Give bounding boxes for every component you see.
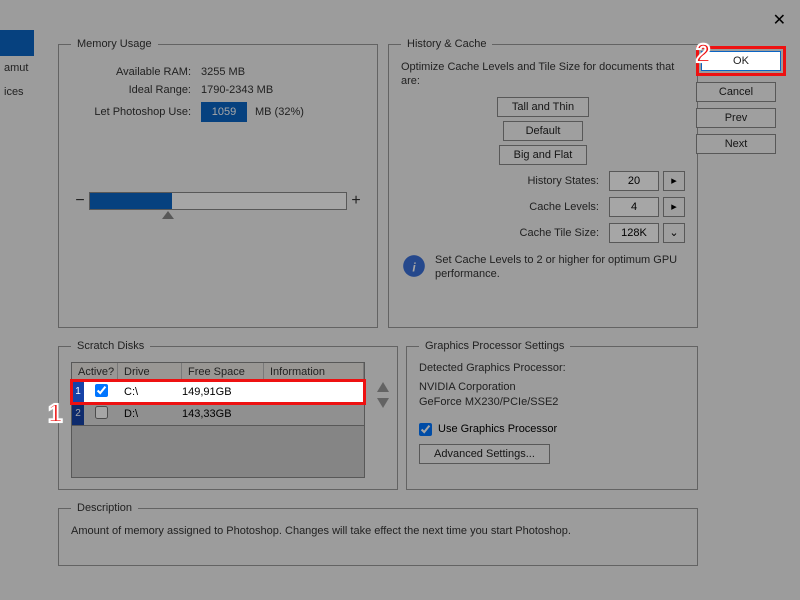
- col-info: Information: [264, 363, 364, 381]
- desc-legend: Description: [71, 502, 138, 514]
- col-drive: Drive: [118, 363, 182, 381]
- callout-1: 1: [48, 398, 62, 429]
- advanced-settings-button[interactable]: Advanced Settings...: [419, 444, 550, 464]
- move-down-icon[interactable]: [377, 398, 389, 408]
- tall-thin-button[interactable]: Tall and Thin: [497, 97, 589, 117]
- table-row[interactable]: 2 D:\ 143,33GB: [72, 403, 364, 425]
- ideal-range-label: Ideal Range:: [71, 84, 201, 96]
- minus-icon[interactable]: −: [71, 192, 89, 210]
- info-tip-text: Set Cache Levels to 2 or higher for opti…: [435, 253, 685, 282]
- detected-label: Detected Graphics Processor:: [419, 362, 685, 374]
- history-states-value[interactable]: 20: [609, 171, 659, 191]
- next-button[interactable]: Next: [696, 134, 776, 154]
- cancel-button[interactable]: Cancel: [696, 82, 776, 102]
- sidebar-item-gamut[interactable]: amut: [0, 56, 34, 80]
- drive-cell: D:\: [118, 408, 182, 420]
- move-up-icon[interactable]: [377, 382, 389, 392]
- history-states-label: History States:: [527, 175, 599, 187]
- cache-tile-label: Cache Tile Size:: [520, 227, 599, 239]
- gfx-legend: Graphics Processor Settings: [419, 340, 570, 352]
- scratch-table: Active? Drive Free Space Information 1 C…: [71, 362, 365, 426]
- sidebar-item-devices[interactable]: ices: [0, 80, 34, 104]
- prev-button[interactable]: Prev: [696, 108, 776, 128]
- col-active: Active?: [72, 363, 118, 381]
- active-checkbox[interactable]: [95, 384, 108, 397]
- drive-cell: C:\: [118, 386, 182, 398]
- available-ram-label: Available RAM:: [71, 66, 201, 78]
- memory-usage-group: Memory Usage Available RAM: 3255 MB Idea…: [58, 38, 378, 328]
- big-flat-button[interactable]: Big and Flat: [499, 145, 588, 165]
- history-cache-group: History & Cache Optimize Cache Levels an…: [388, 38, 698, 328]
- scratch-legend: Scratch Disks: [71, 340, 150, 352]
- category-sidebar: amut ices: [0, 30, 34, 550]
- history-legend: History & Cache: [401, 38, 492, 50]
- gpu-vendor: NVIDIA Corporation: [419, 380, 685, 395]
- callout-2: 2: [696, 38, 710, 69]
- photoshop-use-input[interactable]: [201, 102, 247, 122]
- ok-button[interactable]: OK: [701, 51, 781, 71]
- photoshop-use-suffix: MB (32%): [255, 106, 304, 118]
- cache-levels-stepper[interactable]: ▸: [663, 197, 685, 217]
- description-group: Description Amount of memory assigned to…: [58, 502, 698, 566]
- history-desc: Optimize Cache Levels and Tile Size for …: [401, 60, 685, 89]
- sidebar-item-selected[interactable]: [0, 30, 34, 56]
- table-row[interactable]: 1 C:\ 149,91GB: [72, 381, 364, 403]
- cache-levels-value[interactable]: 4: [609, 197, 659, 217]
- default-button[interactable]: Default: [503, 121, 583, 141]
- available-ram-value: 3255 MB: [201, 66, 245, 78]
- cache-levels-label: Cache Levels:: [529, 201, 599, 213]
- row-num: 2: [72, 403, 84, 425]
- scratch-disks-group: Scratch Disks Active? Drive Free Space I…: [58, 340, 398, 490]
- gpu-device: GeForce MX230/PCIe/SSE2: [419, 395, 685, 410]
- info-icon: i: [401, 253, 427, 279]
- free-cell: 149,91GB: [182, 386, 264, 398]
- photoshop-use-label: Let Photoshop Use:: [71, 106, 201, 118]
- graphics-processor-group: Graphics Processor Settings Detected Gra…: [406, 340, 698, 490]
- desc-text: Amount of memory assigned to Photoshop. …: [71, 524, 685, 539]
- ideal-range-value: 1790-2343 MB: [201, 84, 273, 96]
- col-free: Free Space: [182, 363, 264, 381]
- cache-tile-dropdown[interactable]: ⌄: [663, 223, 685, 243]
- row-num: 1: [72, 381, 84, 403]
- cache-tile-value[interactable]: 128K: [609, 223, 659, 243]
- history-states-stepper[interactable]: ▸: [663, 171, 685, 191]
- memory-slider[interactable]: − +: [71, 192, 365, 210]
- plus-icon[interactable]: +: [347, 192, 365, 210]
- active-checkbox[interactable]: [95, 406, 108, 419]
- close-icon[interactable]: ✕: [773, 10, 786, 30]
- memory-legend: Memory Usage: [71, 38, 158, 50]
- use-gpu-checkbox[interactable]: Use Graphics Processor: [419, 423, 685, 436]
- free-cell: 143,33GB: [182, 408, 264, 420]
